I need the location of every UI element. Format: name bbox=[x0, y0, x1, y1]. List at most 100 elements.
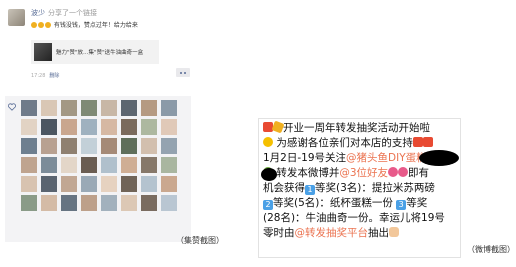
liker-avatar[interactable] bbox=[61, 100, 77, 116]
liker-avatar[interactable] bbox=[161, 195, 177, 211]
likes-panel bbox=[5, 96, 191, 242]
weibo-line-3: 1月2日-19号关注@猪头鱼DIY蛋糕 bbox=[263, 152, 427, 164]
gift-icon bbox=[422, 137, 433, 147]
liker-avatar[interactable] bbox=[21, 100, 37, 116]
link-thumbnail bbox=[34, 43, 52, 61]
liker-avatar[interactable] bbox=[161, 157, 177, 173]
weibo-text: 零时由 bbox=[263, 227, 295, 239]
liker-avatar[interactable] bbox=[21, 157, 37, 173]
heart-icon bbox=[8, 103, 16, 111]
liker-avatar[interactable] bbox=[41, 100, 57, 116]
shared-link-card[interactable]: 魅力"赞"放…集"赞"送牛油曲奇一盒 bbox=[31, 40, 159, 64]
liker-avatar[interactable] bbox=[141, 119, 157, 135]
weibo-text: 机会获得 bbox=[263, 182, 305, 194]
post-text: 有钱没钱，赞点过年！给力给来 bbox=[31, 20, 138, 29]
emoji-icon bbox=[38, 22, 44, 28]
redaction-mark bbox=[419, 150, 459, 166]
liker-avatar[interactable] bbox=[101, 138, 117, 154]
liker-avatar[interactable] bbox=[161, 138, 177, 154]
weibo-text: 等奖(3名)：提拉米苏两磅 bbox=[315, 182, 435, 194]
liker-avatar[interactable] bbox=[21, 176, 37, 192]
weibo-text: 抽出 bbox=[368, 227, 389, 239]
liker-avatar[interactable] bbox=[161, 176, 177, 192]
liker-avatar[interactable] bbox=[121, 138, 137, 154]
liker-avatar[interactable] bbox=[81, 195, 97, 211]
liker-avatar[interactable] bbox=[121, 157, 137, 173]
more-actions-button[interactable] bbox=[176, 68, 190, 77]
liker-avatar[interactable] bbox=[141, 195, 157, 211]
weibo-post: 开业一周年转发抽奖活动开始啦 为感谢各位亲们对本店的支持 1月2日-19号关注@… bbox=[258, 118, 461, 258]
liker-avatar[interactable] bbox=[101, 157, 117, 173]
weibo-line-7: (28名)：牛油曲奇一份。幸运儿将19号 bbox=[263, 212, 445, 224]
emoji-icon bbox=[31, 22, 37, 28]
weibo-text: 为感谢各位亲们对本店的支持 bbox=[276, 137, 413, 149]
weibo-line-5: 机会获得 1 等奖(3名)：提拉米苏两磅 bbox=[263, 182, 435, 195]
clap-icon bbox=[389, 227, 399, 237]
post-text-label: 有钱没钱，赞点过年！给力给来 bbox=[53, 22, 138, 29]
mention-link[interactable]: @3位好友 bbox=[339, 167, 388, 179]
share-text: 分享了一个链接 bbox=[48, 9, 97, 17]
liker-avatar[interactable] bbox=[61, 195, 77, 211]
post-meta: 17:28 删除 bbox=[31, 72, 59, 79]
liker-avatar[interactable] bbox=[41, 119, 57, 135]
liker-avatar[interactable] bbox=[101, 195, 117, 211]
weibo-line-1: 开业一周年转发抽奖活动开始啦 bbox=[263, 120, 430, 134]
liker-avatar[interactable] bbox=[21, 138, 37, 154]
post-author[interactable]: 波少 分享了一个链接 bbox=[31, 8, 97, 18]
mention-link[interactable]: @转发抽奖平台 bbox=[295, 227, 369, 239]
gift-icon bbox=[412, 137, 423, 147]
redaction-mark bbox=[261, 168, 277, 181]
heart-eyes-icon bbox=[398, 167, 409, 177]
liker-avatar[interactable] bbox=[101, 176, 117, 192]
liker-avatar[interactable] bbox=[81, 157, 97, 173]
liker-avatar[interactable] bbox=[41, 176, 57, 192]
liker-avatar[interactable] bbox=[141, 138, 157, 154]
liker-avatar[interactable] bbox=[41, 138, 57, 154]
number-two-badge: 2 bbox=[263, 200, 273, 210]
liker-avatar[interactable] bbox=[141, 157, 157, 173]
number-three-badge: 3 bbox=[396, 200, 407, 210]
liker-avatar[interactable] bbox=[41, 157, 57, 173]
liker-avatar[interactable] bbox=[81, 176, 97, 192]
likes-caption: （集赞截图） bbox=[176, 236, 224, 245]
like-avatar-grid bbox=[21, 100, 191, 214]
mention-link[interactable]: @猪头鱼DIY蛋糕 bbox=[346, 152, 427, 164]
weibo-caption: （微博截图） bbox=[467, 245, 515, 254]
weibo-text: 1月2日-19号关注 bbox=[263, 152, 347, 164]
liker-avatar[interactable] bbox=[101, 119, 117, 135]
liker-avatar[interactable] bbox=[21, 119, 37, 135]
weibo-text: 开业一周年转发抽奖活动开始啦 bbox=[283, 122, 430, 134]
heart-eyes-icon bbox=[388, 167, 399, 177]
weibo-line-6: 2 等奖(5名)：纸杯蛋糕一份 3 等奖 bbox=[263, 197, 427, 210]
weibo-text: 转发本微博并 bbox=[276, 167, 340, 179]
liker-avatar[interactable] bbox=[141, 176, 157, 192]
moments-screenshot: 波少 分享了一个链接 有钱没钱，赞点过年！给力给来 魅力"赞"放…集"赞"送牛油曲… bbox=[0, 0, 192, 245]
liker-avatar[interactable] bbox=[141, 100, 157, 116]
liker-avatar[interactable] bbox=[61, 138, 77, 154]
number-one-badge: 1 bbox=[305, 185, 315, 195]
avatar[interactable] bbox=[8, 9, 25, 26]
liker-avatar[interactable] bbox=[121, 176, 137, 192]
liker-avatar[interactable] bbox=[121, 119, 137, 135]
liker-avatar[interactable] bbox=[61, 176, 77, 192]
liker-avatar[interactable] bbox=[61, 119, 77, 135]
liker-avatar[interactable] bbox=[121, 100, 137, 116]
sparkle-icon bbox=[263, 137, 273, 147]
liker-avatar[interactable] bbox=[41, 195, 57, 211]
liker-avatar[interactable] bbox=[81, 100, 97, 116]
liker-avatar[interactable] bbox=[81, 119, 97, 135]
link-title: 魅力"赞"放…集"赞"送牛油曲奇一盒 bbox=[56, 50, 144, 56]
liker-avatar[interactable] bbox=[101, 100, 117, 116]
weibo-text: 即有 bbox=[408, 167, 430, 179]
delete-link[interactable]: 删除 bbox=[49, 73, 59, 79]
liker-avatar[interactable] bbox=[161, 119, 177, 135]
liker-avatar[interactable] bbox=[161, 100, 177, 116]
weibo-line-4: 转发本微博并@3位好友 即有 bbox=[263, 167, 429, 179]
liker-avatar[interactable] bbox=[21, 195, 37, 211]
weibo-line-2: 为感谢各位亲们对本店的支持 bbox=[263, 137, 433, 149]
liker-avatar[interactable] bbox=[61, 157, 77, 173]
liker-avatar[interactable] bbox=[121, 195, 137, 211]
liker-avatar[interactable] bbox=[81, 138, 97, 154]
author-name[interactable]: 波少 bbox=[31, 9, 45, 17]
weibo-text: 等奖(5名)：纸杯蛋糕一份 bbox=[273, 197, 393, 209]
